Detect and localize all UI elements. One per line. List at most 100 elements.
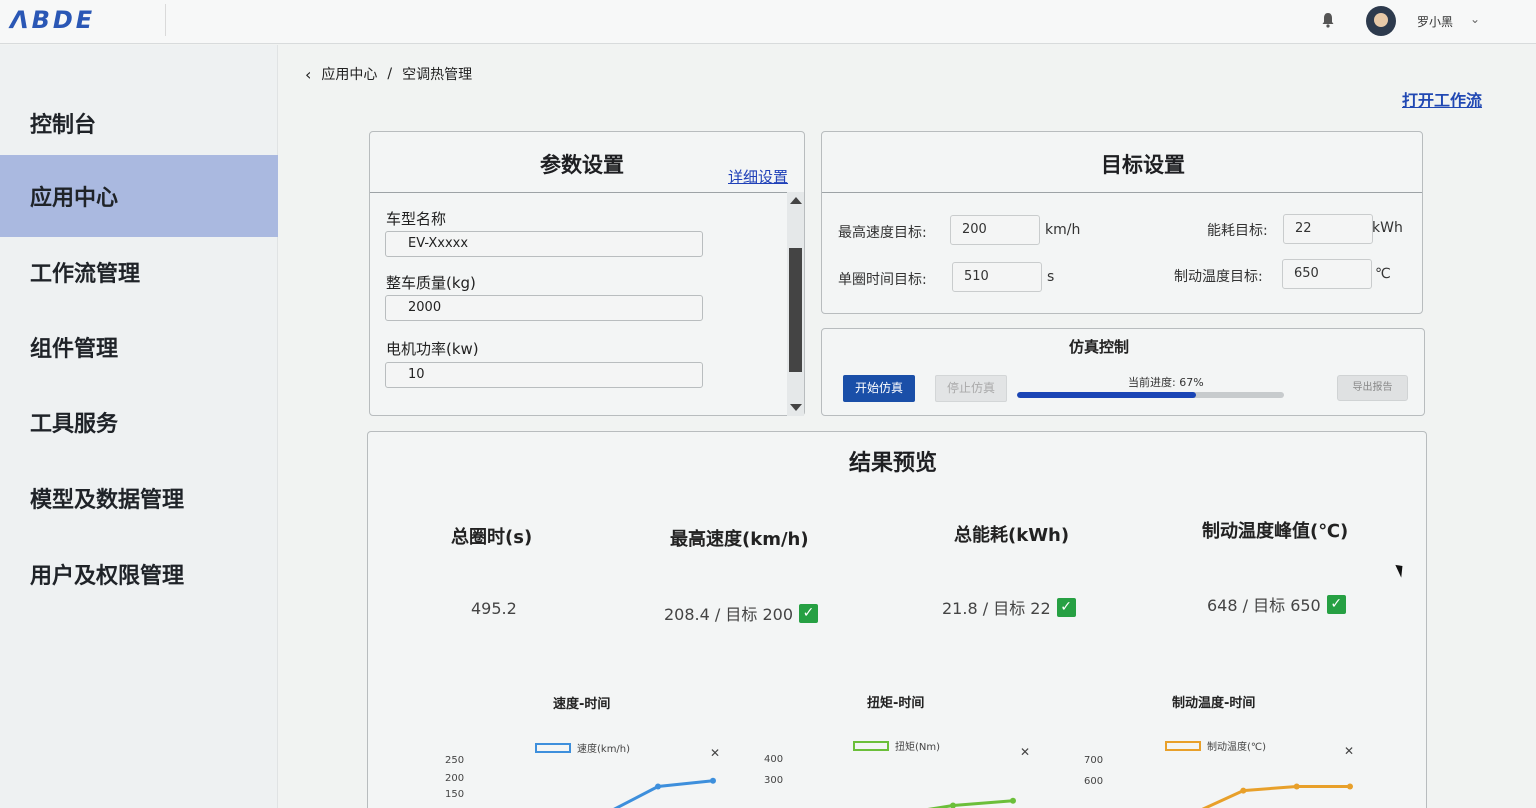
stop-simulation-button[interactable]: 停止仿真 [935, 375, 1007, 402]
simulation-title: 仿真控制 [1069, 338, 1130, 356]
check-icon: ✓ [799, 603, 818, 623]
brake-temp-target-label: 制动温度目标: [1174, 269, 1263, 285]
vehicle-mass-input[interactable]: 2000 [385, 295, 703, 321]
chart-brake-temp-plot [1201, 783, 1353, 808]
sidebar-item-workflow[interactable]: 工作流管理 [0, 232, 278, 312]
metric-max-speed-head: 最高速度(km/h) [670, 529, 809, 550]
user-avatar[interactable] [1366, 6, 1396, 36]
sidebar-item-tools[interactable]: 工具服务 [0, 382, 278, 462]
data-point [1010, 797, 1016, 804]
logo-divider [165, 4, 166, 36]
sidebar-item-app-center[interactable]: 应用中心 [0, 155, 278, 237]
chart-brake-temp-title: 制动温度-时间 [1172, 696, 1256, 711]
params-panel: 参数设置 详细设置 车型名称 EV-Xxxxx 整车质量(kg) 2000 电机… [369, 131, 805, 416]
max-speed-unit: km/h [1045, 222, 1081, 238]
start-simulation-button[interactable]: 开始仿真 [843, 375, 915, 402]
max-speed-target-input[interactable]: 200 [950, 215, 1040, 245]
user-name[interactable]: 罗小黑 [1417, 13, 1453, 30]
sidebar-item-label: 工具服务 [30, 412, 119, 437]
bell-icon[interactable] [1321, 12, 1335, 28]
sidebar-item-label: 工作流管理 [30, 262, 141, 287]
vehicle-name-input[interactable]: EV-Xxxxx [385, 231, 703, 257]
chart-speed-plot [613, 777, 716, 808]
metric-brake-temp-value: 648 / 目标 650 ✓ [1207, 592, 1346, 616]
y-tick-label: 300 [764, 775, 784, 786]
params-scrollbar[interactable] [787, 192, 804, 416]
lap-time-target-label: 单圈时间目标: [838, 272, 927, 288]
metric-value-text: 21.8 / 目标 22 [942, 599, 1051, 618]
chart-torque-plot [927, 797, 1016, 808]
targets-title: 目标设置 [1101, 153, 1185, 177]
results-title: 结果预览 [849, 451, 938, 476]
brake-temp-target-input[interactable]: 650 [1282, 259, 1372, 289]
sidebar-item-models-data[interactable]: 模型及数据管理 [0, 458, 278, 538]
metric-lap-time-head: 总圈时(s) [451, 527, 533, 548]
metric-energy-head: 总能耗(kWh) [954, 525, 1070, 546]
progress-text: 当前进度: 67% [1128, 376, 1204, 389]
y-tick-label: 400 [764, 754, 784, 765]
metric-lap-time-value: 495.2 [471, 599, 517, 618]
energy-target-input[interactable]: 22 [1283, 214, 1373, 244]
chart-speed-title: 速度-时间 [553, 697, 611, 712]
motor-power-input[interactable]: 10 [385, 362, 703, 388]
check-icon: ✓ [1326, 594, 1346, 614]
app-logo[interactable]: ΛBDE [10, 6, 95, 34]
sidebar-item-components[interactable]: 组件管理 [0, 307, 278, 387]
progress-bar [1017, 392, 1284, 398]
legend-swatch [1165, 740, 1201, 751]
legend-label: 制动温度(℃) [1207, 742, 1267, 753]
legend-swatch [853, 740, 889, 751]
lap-time-unit: s [1047, 269, 1055, 285]
breadcrumb-parent[interactable]: 应用中心 [321, 64, 377, 84]
divider [370, 192, 804, 193]
metric-value-text: 495.2 [471, 599, 517, 618]
scroll-up-arrow-icon[interactable] [790, 197, 802, 204]
y-tick-label: 150 [445, 789, 465, 800]
data-point [950, 802, 956, 808]
energy-unit: kWh [1372, 220, 1403, 236]
chevron-down-icon[interactable]: ⌄ [1470, 12, 1480, 26]
data-point [1240, 787, 1247, 794]
lap-time-target-input[interactable]: 510 [952, 262, 1042, 292]
sidebar-item-console[interactable]: 控制台 [0, 83, 278, 163]
y-tick-label: 700 [1084, 755, 1104, 766]
vehicle-name-label: 车型名称 [386, 210, 447, 228]
motor-power-label: 电机功率(kw) [386, 340, 479, 358]
scroll-thumb[interactable] [789, 248, 802, 372]
data-point [655, 783, 661, 790]
chart-torque-legend[interactable]: 扭矩(Nm) [853, 738, 940, 753]
progress-fill [1017, 392, 1196, 398]
sidebar-item-users-permissions[interactable]: 用户及权限管理 [0, 534, 278, 614]
data-point [710, 777, 716, 784]
brake-temp-series-line [1201, 785, 1350, 808]
y-tick-label: 600 [1084, 776, 1104, 787]
brake-temp-unit: ℃ [1375, 266, 1391, 282]
chevron-left-icon[interactable]: ‹ [305, 65, 311, 84]
breadcrumb: ‹ 应用中心 / 空调热管理 [305, 64, 472, 84]
open-workflow-link[interactable]: 打开工作流 [1402, 87, 1482, 111]
legend-swatch [535, 742, 571, 753]
simulation-panel: 仿真控制 开始仿真 停止仿真 当前进度: 67% 导出报告 [821, 328, 1425, 416]
metric-max-speed-value: 208.4 / 目标 200 ✓ [664, 601, 818, 625]
data-point [1293, 783, 1300, 790]
y-tick-label: 200 [445, 773, 465, 784]
max-speed-target-label: 最高速度目标: [838, 225, 927, 241]
chart-torque-title: 扭矩-时间 [867, 696, 925, 711]
sidebar-item-label: 控制台 [30, 113, 97, 138]
chart-brake-temp-legend[interactable]: 制动温度(℃) [1165, 738, 1266, 753]
breadcrumb-current: 空调热管理 [402, 67, 473, 83]
results-panel: 结果预览 总圈时(s) 495.2 最高速度(km/h) 208.4 / 目标 … [367, 431, 1427, 808]
export-report-button[interactable]: 导出报告 [1337, 375, 1408, 401]
data-point [1347, 783, 1353, 790]
metric-energy-value: 21.8 / 目标 22 ✓ [942, 595, 1076, 619]
targets-panel: 目标设置 最高速度目标: 200 km/h 能耗目标: 22 kWh 单圈时间目… [821, 131, 1423, 314]
sidebar-item-label: 用户及权限管理 [30, 564, 185, 589]
energy-target-label: 能耗目标: [1207, 223, 1268, 239]
breadcrumb-separator: / [387, 66, 393, 82]
sidebar-item-label: 模型及数据管理 [30, 488, 185, 513]
metric-value-text: 648 / 目标 650 [1207, 596, 1321, 615]
metric-brake-temp-head: 制动温度峰值(℃) [1202, 521, 1349, 542]
metric-value-text: 208.4 / 目标 200 [664, 605, 793, 624]
detail-settings-link[interactable]: 详细设置 [728, 166, 788, 187]
scroll-down-arrow-icon[interactable] [790, 404, 802, 411]
